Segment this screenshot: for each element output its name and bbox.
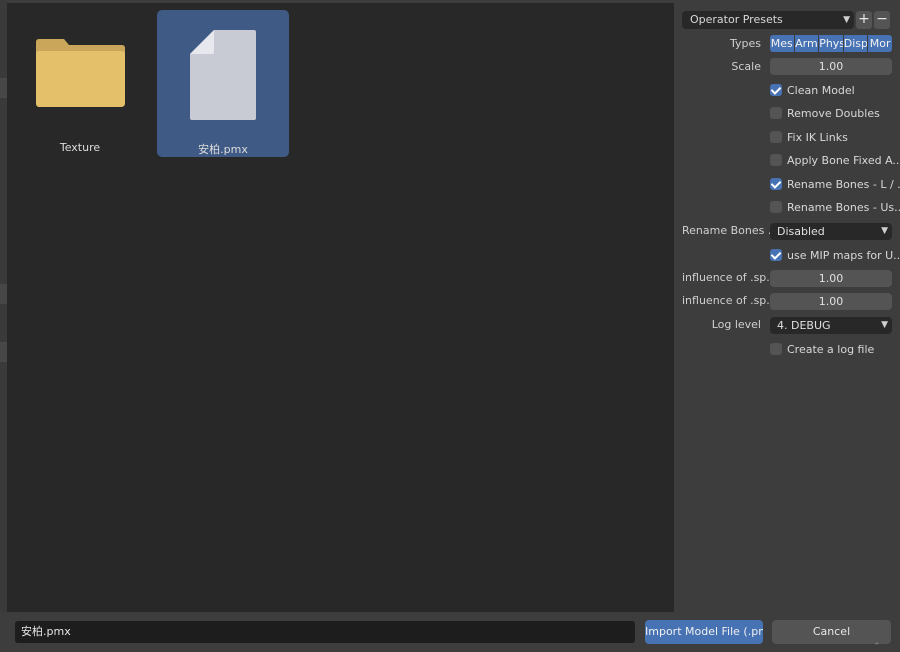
- log-level-value: 4. DEBUG: [777, 319, 831, 332]
- fix-ik-links-option[interactable]: Fix IK Links: [770, 129, 848, 145]
- scale-label: Scale: [731, 60, 761, 73]
- chevron-down-icon: ▼: [881, 320, 888, 330]
- file-icon: [190, 30, 256, 120]
- types-label: Types: [730, 37, 761, 50]
- import-options-panel: Operator Presets ▼ + − Types Mes Arm Phy…: [674, 3, 900, 612]
- apply-bone-fixed-label: Apply Bone Fixed A...: [787, 153, 900, 167]
- scale-field[interactable]: 1.00: [770, 58, 892, 75]
- remove-doubles-label: Remove Doubles: [787, 106, 880, 120]
- import-button[interactable]: Import Model File (.pm...: [645, 620, 763, 644]
- influence-sph-label: influence of .sp...: [682, 294, 777, 307]
- folder-icon: [36, 39, 125, 107]
- bottom-bar: 安柏.pmx Import Model File (.pm... Cancel …: [0, 612, 900, 652]
- use-mip-maps-label: use MIP maps for U...: [787, 248, 900, 262]
- use-mip-maps-option[interactable]: use MIP maps for U...: [770, 247, 900, 263]
- file-name: 安柏.pmx: [198, 143, 248, 156]
- rename-bones-lr-option[interactable]: Rename Bones - L / ...: [770, 176, 900, 192]
- types-toggle-group: Mes Arm Phys Disp Mor: [770, 35, 892, 52]
- type-toggle-armature[interactable]: Arm: [794, 35, 819, 52]
- clean-model-option[interactable]: Clean Model: [770, 82, 855, 98]
- filename-input[interactable]: 安柏.pmx: [15, 621, 635, 643]
- type-toggle-mesh[interactable]: Mes: [770, 35, 794, 52]
- checkbox[interactable]: [770, 178, 782, 190]
- file-item-pmx[interactable]: 安柏.pmx: [157, 10, 289, 157]
- type-toggle-morph[interactable]: Mor: [868, 35, 892, 52]
- fix-ik-links-label: Fix IK Links: [787, 130, 848, 144]
- checkbox[interactable]: [770, 107, 782, 119]
- left-strip-mark: [0, 78, 7, 98]
- influence-spa-label: influence of .sp...: [682, 271, 777, 284]
- rename-bones-lr-label: Rename Bones - L / ...: [787, 177, 900, 191]
- checkbox[interactable]: [770, 343, 782, 355]
- remove-doubles-option[interactable]: Remove Doubles: [770, 105, 880, 121]
- rename-bones-us-label: Rename Bones - Us...: [787, 200, 900, 214]
- file-name: Texture: [59, 141, 101, 154]
- apply-bone-fixed-option[interactable]: Apply Bone Fixed A...: [770, 152, 900, 168]
- file-item-folder[interactable]: Texture: [14, 10, 146, 157]
- log-level-select[interactable]: 4. DEBUG ▼: [770, 317, 892, 334]
- left-strip: [0, 0, 7, 652]
- operator-presets-label: Operator Presets: [690, 13, 783, 26]
- influence-sph-field[interactable]: 1.00: [770, 293, 892, 310]
- left-strip-mark: [0, 284, 7, 304]
- log-level-label: Log level: [711, 318, 761, 331]
- rename-bones-mode-label: Rename Bones ...: [682, 224, 779, 237]
- left-strip-mark: [0, 342, 7, 362]
- chevron-up-icon[interactable]: ⌃: [873, 642, 885, 652]
- rename-bones-mode-select[interactable]: Disabled ▼: [770, 223, 892, 240]
- operator-presets-select[interactable]: Operator Presets ▼: [682, 11, 854, 29]
- create-log-file-label: Create a log file: [787, 342, 875, 356]
- rename-bones-mode-value: Disabled: [777, 225, 825, 238]
- checkbox[interactable]: [770, 131, 782, 143]
- checkbox[interactable]: [770, 201, 782, 213]
- clean-model-label: Clean Model: [787, 83, 855, 97]
- rename-bones-us-option[interactable]: Rename Bones - Us...: [770, 199, 900, 215]
- create-log-file-option[interactable]: Create a log file: [770, 341, 874, 357]
- remove-preset-button[interactable]: −: [874, 11, 890, 29]
- chevron-down-icon: ▼: [881, 226, 888, 236]
- checkbox[interactable]: [770, 249, 782, 261]
- checkbox[interactable]: [770, 154, 782, 166]
- chevron-down-icon: ▼: [843, 15, 850, 25]
- type-toggle-physics[interactable]: Phys: [819, 35, 843, 52]
- influence-spa-field[interactable]: 1.00: [770, 270, 892, 287]
- type-toggle-display[interactable]: Disp: [843, 35, 868, 52]
- checkbox[interactable]: [770, 84, 782, 96]
- add-preset-button[interactable]: +: [856, 11, 872, 29]
- cancel-button[interactable]: Cancel: [772, 620, 891, 644]
- file-browser-area[interactable]: Texture 安柏.pmx: [7, 3, 674, 612]
